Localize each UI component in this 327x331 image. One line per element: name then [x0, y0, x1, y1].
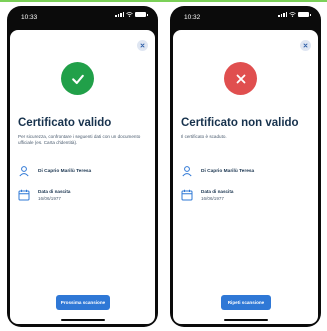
status-bar: 10:33	[7, 6, 158, 28]
cross-icon	[236, 74, 245, 83]
signal-icon	[115, 12, 124, 17]
close-button[interactable]	[300, 40, 311, 51]
next-scan-button[interactable]: Prossima scansione	[56, 295, 110, 310]
status-time: 10:32	[184, 14, 201, 21]
close-icon	[140, 43, 145, 48]
status-time: 10:33	[21, 14, 38, 21]
calendar-icon	[181, 189, 193, 201]
invalid-status-circle	[224, 62, 257, 95]
repeat-scan-button[interactable]: Ripeti scansione	[221, 295, 271, 310]
phone-invalid-screen: 10:32 Certificato non valido Il certific…	[170, 6, 321, 327]
birth-date-value: 16/06/1977	[38, 196, 61, 201]
person-icon	[182, 166, 192, 177]
result-title: Certificato valido	[18, 117, 112, 129]
birth-date-label: Data di nascita	[201, 189, 234, 194]
birth-date-text: Data di nascita 16/06/1977	[38, 189, 70, 201]
birth-date-text: Data di nascita 16/06/1977	[201, 189, 233, 201]
result-subtitle: Per sicurezza, confrontare i seguenti da…	[18, 134, 141, 146]
holder-name-row: Di Caprio Marilù Teresa	[18, 165, 91, 177]
birth-date-value: 16/06/1977	[201, 196, 224, 201]
status-bar: 10:32	[170, 6, 321, 28]
status-icons	[278, 12, 311, 17]
wifi-icon	[289, 12, 296, 17]
birth-date-row: Data di nascita 16/06/1977	[18, 189, 70, 201]
home-indicator	[60, 319, 105, 321]
holder-name: Di Caprio Marilù Teresa	[38, 169, 92, 174]
signal-icon	[278, 12, 287, 17]
result-card: Certificato non valido Il certificato è …	[173, 30, 318, 324]
wifi-icon	[126, 12, 133, 17]
home-indicator	[223, 319, 268, 321]
holder-name: Di Caprio Marilù Teresa	[201, 169, 255, 174]
birth-date-row: Data di nascita 16/06/1977	[181, 189, 233, 201]
top-accent-line	[0, 0, 327, 2]
holder-name-row: Di Caprio Marilù Teresa	[181, 165, 254, 177]
calendar-icon	[18, 189, 30, 201]
status-icons	[115, 12, 148, 17]
result-card: Certificato valido Per sicurezza, confro…	[10, 30, 155, 324]
battery-icon	[135, 12, 148, 17]
valid-status-circle	[61, 62, 94, 95]
phone-valid-screen: 10:33 Certificato valido Per sicurezza,	[7, 6, 158, 327]
result-title: Certificato non valido	[181, 117, 299, 129]
close-button[interactable]	[137, 40, 148, 51]
check-icon	[71, 74, 84, 84]
close-icon	[303, 43, 308, 48]
battery-icon	[298, 12, 311, 17]
birth-date-label: Data di nascita	[38, 189, 71, 194]
person-icon	[19, 166, 29, 177]
result-subtitle: Il certificato è scaduto.	[181, 134, 227, 139]
